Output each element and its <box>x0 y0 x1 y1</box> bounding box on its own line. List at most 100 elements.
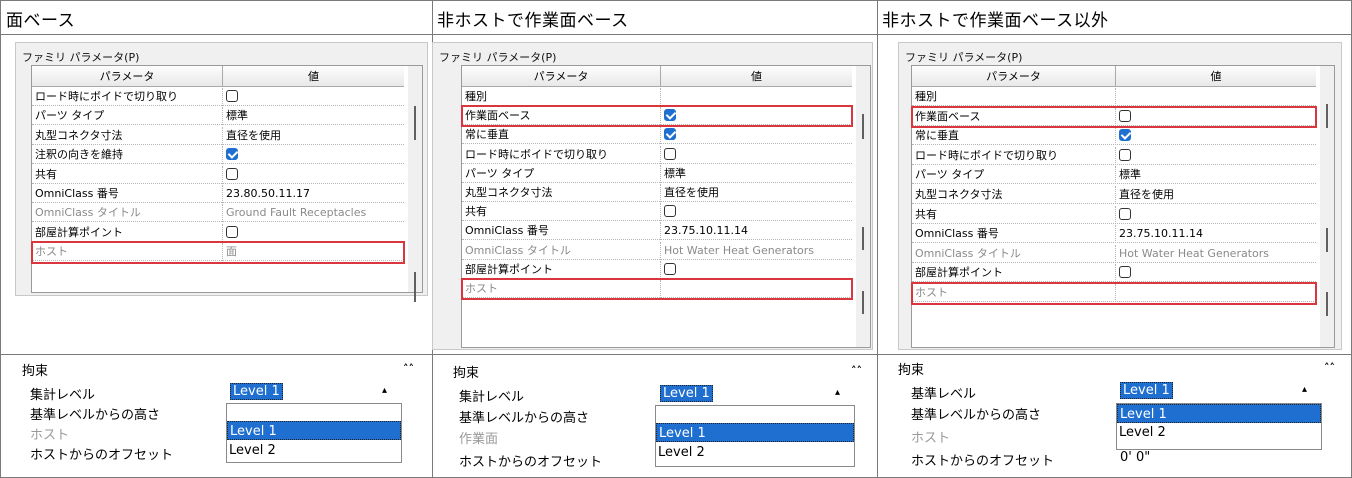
scrollbar-thumb[interactable] <box>862 291 864 314</box>
parameter-row[interactable]: OmniClass タイトル Hot Water Heat Generators <box>462 241 852 260</box>
scrollbar-thumb[interactable] <box>862 227 864 250</box>
header-value[interactable]: 値 <box>222 66 404 87</box>
header-value[interactable]: 値 <box>1115 66 1316 87</box>
parameter-value[interactable]: 23.80.50.11.17 <box>222 185 404 203</box>
scrollbar-thumb[interactable] <box>1326 292 1328 316</box>
chevron-up-icon[interactable]: ▴ <box>1302 384 1307 395</box>
parameter-value[interactable] <box>1115 88 1316 106</box>
parameter-row[interactable]: 共有 <box>32 165 404 184</box>
parameter-row[interactable]: 丸型コネクタ寸法 直径を使用 <box>32 126 404 145</box>
constraints-section-title[interactable]: 拘束 <box>898 359 924 378</box>
parameter-row[interactable]: 常に垂直 <box>912 127 1316 146</box>
checkbox-unchecked[interactable] <box>1119 266 1131 279</box>
parameter-row[interactable]: OmniClass 番号 23.80.50.11.17 <box>32 185 404 203</box>
parameter-row[interactable]: 注釈の向きを維持 <box>32 146 404 165</box>
parameter-row[interactable]: ロード時にボイドで切り取り <box>32 88 404 106</box>
parameter-value[interactable]: 直径を使用 <box>660 184 852 202</box>
level-dropdown-list[interactable]: Level 1 Level 2 <box>226 403 402 463</box>
parameter-value[interactable] <box>660 126 852 145</box>
parameter-value[interactable]: Hot Water Heat Generators <box>1115 244 1316 263</box>
parameter-row[interactable]: OmniClass 番号 23.75.10.11.14 <box>462 222 852 241</box>
parameter-value[interactable]: 標準 <box>1115 166 1316 185</box>
parameter-value[interactable] <box>660 88 852 106</box>
parameter-value[interactable] <box>1115 127 1316 146</box>
parameter-value[interactable] <box>222 223 404 242</box>
parameter-value[interactable]: 23.75.10.11.14 <box>1115 225 1316 244</box>
scrollbar-thumb[interactable] <box>414 272 416 302</box>
checkbox-checked[interactable] <box>226 148 238 161</box>
header-parameter[interactable]: パラメータ <box>32 66 222 87</box>
parameter-table[interactable]: パラメータ値種別 作業面ベース 常に垂直 ロード時にボイドで切り取り パーツ タイプ 標準… <box>911 65 1335 348</box>
parameter-row[interactable]: 種別 <box>462 88 852 106</box>
level-option[interactable]: Level 2 <box>1117 423 1321 442</box>
parameter-row[interactable]: ロード時にボイドで切り取り <box>912 146 1316 165</box>
parameter-value[interactable] <box>660 260 852 279</box>
level-option[interactable]: Level 1 <box>1117 404 1321 423</box>
header-value[interactable]: 値 <box>660 66 852 87</box>
parameter-row[interactable]: パーツ タイプ 標準 <box>462 164 852 183</box>
parameter-row[interactable]: パーツ タイプ 標準 <box>32 107 404 126</box>
parameter-value[interactable]: 標準 <box>660 164 852 183</box>
parameter-row[interactable]: 丸型コネクタ寸法 直径を使用 <box>462 184 852 202</box>
scrollbar-thumb[interactable] <box>1326 228 1328 252</box>
level-select[interactable]: Level 1 <box>228 383 283 401</box>
double-chevron-up-icon[interactable]: ˄˄ <box>1324 361 1335 374</box>
parameter-value[interactable] <box>660 145 852 164</box>
parameter-value[interactable]: 直径を使用 <box>1115 186 1316 204</box>
header-parameter[interactable]: パラメータ <box>912 66 1115 87</box>
level-option[interactable]: Level 2 <box>656 443 854 462</box>
level-option[interactable]: Level 1 <box>227 421 401 440</box>
parameter-value[interactable]: 直径を使用 <box>222 126 404 145</box>
parameter-value[interactable]: 標準 <box>222 107 404 126</box>
checkbox-checked[interactable] <box>1119 129 1131 142</box>
parameter-value[interactable] <box>1115 205 1316 224</box>
constraints-section-title[interactable]: 拘束 <box>22 360 48 379</box>
level-dropdown-list[interactable]: Level 1 Level 2 <box>1116 403 1322 450</box>
parameter-value[interactable] <box>222 146 404 165</box>
host-offset-value[interactable]: 0' 0" <box>1120 450 1150 465</box>
parameter-value[interactable]: Ground Fault Receptacles <box>222 204 404 223</box>
level-option[interactable]: Level 1 <box>656 423 854 442</box>
constraints-section-title[interactable]: 拘束 <box>453 362 479 381</box>
parameter-row[interactable]: 部屋計算ポイント <box>912 264 1316 283</box>
level-select[interactable]: Level 1 <box>1118 382 1173 400</box>
parameter-table[interactable]: パラメータ値ロード時にボイドで切り取り パーツ タイプ 標準 丸型コネクタ寸法 直径を使… <box>31 65 423 302</box>
chevron-up-icon[interactable]: ▴ <box>835 387 840 398</box>
scrollbar-thumb[interactable] <box>862 114 864 139</box>
checkbox-unchecked[interactable] <box>664 262 676 275</box>
parameter-row[interactable]: OmniClass タイトル Hot Water Heat Generators <box>912 244 1316 263</box>
checkbox-checked[interactable] <box>664 128 676 141</box>
header-parameter[interactable]: パラメータ <box>462 66 660 87</box>
parameter-row[interactable]: OmniClass 番号 23.75.10.11.14 <box>912 225 1316 244</box>
parameter-table-scrollbar[interactable] <box>1320 66 1334 347</box>
checkbox-unchecked[interactable] <box>664 205 676 218</box>
chevron-up-icon[interactable]: ▴ <box>382 385 387 396</box>
double-chevron-up-icon[interactable]: ˄˄ <box>403 362 414 375</box>
checkbox-unchecked[interactable] <box>226 225 238 238</box>
checkbox-unchecked[interactable] <box>226 167 238 180</box>
parameter-row[interactable]: パーツ タイプ 標準 <box>912 166 1316 185</box>
parameter-row[interactable]: 常に垂直 <box>462 126 852 145</box>
double-chevron-up-icon[interactable]: ˄˄ <box>851 364 862 377</box>
parameter-value[interactable]: Hot Water Heat Generators <box>660 241 852 260</box>
parameter-row[interactable]: 共有 <box>912 205 1316 224</box>
parameter-value[interactable] <box>222 88 404 106</box>
parameter-value[interactable] <box>1115 146 1316 165</box>
checkbox-unchecked[interactable] <box>664 147 676 160</box>
scrollbar-thumb[interactable] <box>1326 104 1328 128</box>
parameter-row[interactable]: 部屋計算ポイント <box>32 223 404 242</box>
parameter-row[interactable]: 種別 <box>912 88 1316 106</box>
parameter-row[interactable]: 部屋計算ポイント <box>462 260 852 279</box>
level-dropdown-list[interactable]: Level 1 Level 2 <box>655 405 855 467</box>
parameter-row[interactable]: ロード時にボイドで切り取り <box>462 145 852 164</box>
parameter-table-scrollbar[interactable] <box>856 66 870 347</box>
parameter-value[interactable] <box>660 203 852 222</box>
parameter-value[interactable]: 23.75.10.11.14 <box>660 222 852 241</box>
parameter-row[interactable]: 共有 <box>462 203 852 222</box>
checkbox-unchecked[interactable] <box>1119 148 1131 161</box>
parameter-value[interactable] <box>1115 264 1316 283</box>
parameter-table[interactable]: パラメータ値種別 作業面ベース 常に垂直 ロード時にボイドで切り取り パーツ タイプ 標準… <box>461 65 871 348</box>
level-select[interactable]: Level 1 <box>658 385 713 403</box>
parameter-table-scrollbar[interactable] <box>408 66 422 302</box>
parameter-row[interactable]: 丸型コネクタ寸法 直径を使用 <box>912 186 1316 204</box>
